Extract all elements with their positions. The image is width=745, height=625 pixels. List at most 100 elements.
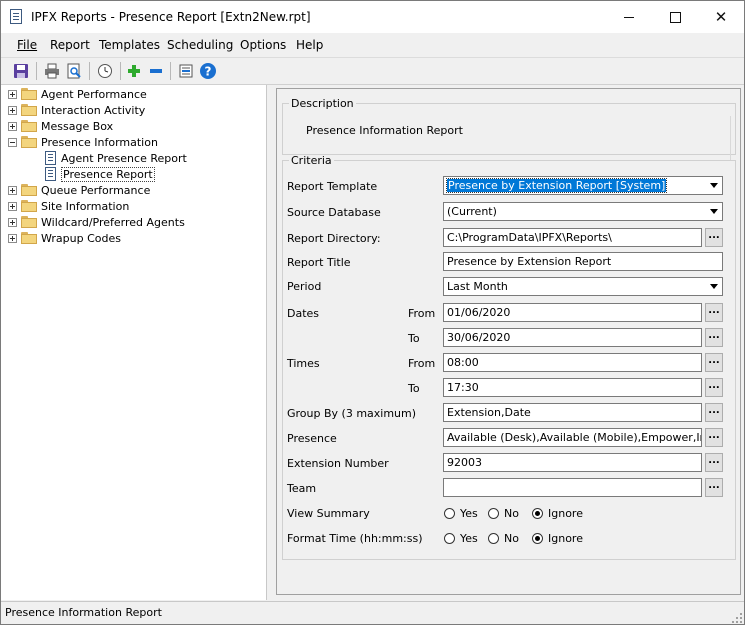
dates-label: Dates xyxy=(287,307,320,320)
maximize-icon xyxy=(669,11,681,23)
format-time-no-label: No xyxy=(504,532,519,545)
menu-help[interactable]: Help xyxy=(296,38,323,52)
report-directory-label: Report Directory: xyxy=(287,232,381,245)
date-to-picker-button[interactable]: ... xyxy=(705,328,723,347)
menu-options[interactable]: Options xyxy=(240,38,286,52)
menu-scheduling-label: Scheduling xyxy=(167,38,234,52)
folder-icon xyxy=(21,232,37,244)
tree-item-presence-information[interactable]: Presence Information xyxy=(8,134,158,150)
title-bar: IPFX Reports - Presence Report [Extn2New… xyxy=(1,1,744,33)
toolbar: ? xyxy=(1,58,744,85)
app-report-icon xyxy=(10,9,22,24)
status-bar: Presence Information Report xyxy=(1,601,744,624)
chevron-down-icon[interactable] xyxy=(705,177,722,194)
close-button[interactable]: ✕ xyxy=(698,1,744,33)
tree-item-wildcard-preferred-agents[interactable]: Wildcard/Preferred Agents xyxy=(8,214,185,230)
schedule-button[interactable] xyxy=(94,60,116,82)
date-to-input[interactable]: 30/06/2020 xyxy=(443,328,702,347)
view-summary-no-label: No xyxy=(504,507,519,520)
menu-scheduling[interactable]: Scheduling xyxy=(167,38,233,52)
time-from-picker-button[interactable]: ... xyxy=(705,353,723,372)
menu-help-label: Help xyxy=(296,38,324,52)
tree-item-message-box[interactable]: Message Box xyxy=(8,118,113,134)
tree-item-agent-presence-report[interactable]: Agent Presence Report xyxy=(45,150,187,166)
tree-item-label: Message Box xyxy=(41,119,114,133)
chevron-down-icon[interactable] xyxy=(705,278,722,295)
time-to-input[interactable]: 17:30 xyxy=(443,378,702,397)
tree-item-agent-performance[interactable]: Agent Performance xyxy=(8,86,147,102)
app-window: IPFX Reports - Presence Report [Extn2New… xyxy=(0,0,745,625)
team-label: Team xyxy=(287,482,317,495)
expand-plus-icon[interactable] xyxy=(8,233,17,243)
description-text: Presence Information Report xyxy=(306,124,463,137)
minimize-button[interactable] xyxy=(606,1,652,33)
report-directory-input[interactable]: C:\ProgramData\IPFX\Reports\ xyxy=(443,228,702,247)
presence-picker-button[interactable]: ... xyxy=(705,428,723,447)
settings-button[interactable] xyxy=(175,60,197,82)
tree-item-label: Queue Performance xyxy=(41,183,151,197)
remove-button[interactable] xyxy=(145,60,167,82)
report-template-select[interactable]: Presence by Extension Report [System] xyxy=(443,176,723,195)
time-to-picker-button[interactable]: ... xyxy=(705,378,723,397)
tree-item-site-information[interactable]: Site Information xyxy=(8,198,129,214)
extension-number-input[interactable]: 92003 xyxy=(443,453,702,472)
extension-number-label: Extension Number xyxy=(287,457,389,470)
view-summary-ignore-radio[interactable] xyxy=(532,508,543,519)
view-summary-no-radio[interactable] xyxy=(488,508,499,519)
tree-item-label: Presence Information xyxy=(41,135,158,149)
add-button[interactable] xyxy=(123,60,145,82)
help-button[interactable]: ? xyxy=(197,60,219,82)
presence-input[interactable]: Available (Desk),Available (Mobile),Empo… xyxy=(443,428,702,447)
tree-item-presence-report[interactable]: Presence Report xyxy=(45,166,155,182)
date-from-input[interactable]: 01/06/2020 xyxy=(443,303,702,322)
format-time-yes-label: Yes xyxy=(460,532,478,545)
expand-plus-icon[interactable] xyxy=(8,89,17,99)
format-time-yes-radio[interactable] xyxy=(444,533,455,544)
tree-item-label: Presence Report xyxy=(61,166,155,182)
folder-icon xyxy=(21,120,37,132)
report-template-value: Presence by Extension Report [System] xyxy=(445,178,668,193)
print-preview-button[interactable] xyxy=(63,60,85,82)
time-from-input[interactable]: 08:00 xyxy=(443,353,702,372)
date-from-picker-button[interactable]: ... xyxy=(705,303,723,322)
resize-grip-icon[interactable] xyxy=(732,613,742,623)
menu-report-label: Report xyxy=(50,38,90,52)
view-summary-ignore-label: Ignore xyxy=(548,507,583,520)
expand-plus-icon[interactable] xyxy=(8,105,17,115)
print-preview-icon xyxy=(67,63,81,79)
group-by-input[interactable]: Extension,Date xyxy=(443,403,702,422)
format-time-ignore-radio[interactable] xyxy=(532,533,543,544)
print-button[interactable] xyxy=(41,60,63,82)
toolbar-separator xyxy=(170,62,171,80)
extension-number-picker-button[interactable]: ... xyxy=(705,453,723,472)
tree-item-label: Agent Presence Report xyxy=(61,151,187,165)
menu-templates[interactable]: Templates xyxy=(99,38,160,52)
view-summary-yes-radio[interactable] xyxy=(444,508,455,519)
menu-report[interactable]: Report xyxy=(50,38,90,52)
format-time-no-radio[interactable] xyxy=(488,533,499,544)
expand-plus-icon[interactable] xyxy=(8,217,17,227)
source-database-select[interactable]: (Current) xyxy=(443,202,723,221)
tree-item-interaction-activity[interactable]: Interaction Activity xyxy=(8,102,145,118)
browse-directory-button[interactable]: ... xyxy=(705,228,723,247)
report-title-input[interactable]: Presence by Extension Report xyxy=(443,252,723,271)
add-icon xyxy=(128,65,140,77)
report-properties-pane: Description Presence Information Report … xyxy=(273,85,744,600)
tree-item-queue-performance[interactable]: Queue Performance xyxy=(8,182,150,198)
team-picker-button[interactable]: ... xyxy=(705,478,723,497)
tree-item-wrapup-codes[interactable]: Wrapup Codes xyxy=(8,230,121,246)
print-icon xyxy=(45,63,59,79)
menu-file[interactable]: File xyxy=(17,38,37,52)
save-icon xyxy=(14,64,28,78)
chevron-down-icon[interactable] xyxy=(705,203,722,220)
expand-plus-icon[interactable] xyxy=(8,201,17,211)
settings-icon xyxy=(179,64,193,78)
team-input[interactable] xyxy=(443,478,702,497)
period-select[interactable]: Last Month xyxy=(443,277,723,296)
group-by-picker-button[interactable]: ... xyxy=(705,403,723,422)
expand-plus-icon[interactable] xyxy=(8,185,17,195)
save-button[interactable] xyxy=(10,60,32,82)
collapse-minus-icon[interactable] xyxy=(8,137,17,147)
maximize-button[interactable] xyxy=(652,1,698,33)
expand-plus-icon[interactable] xyxy=(8,121,17,131)
